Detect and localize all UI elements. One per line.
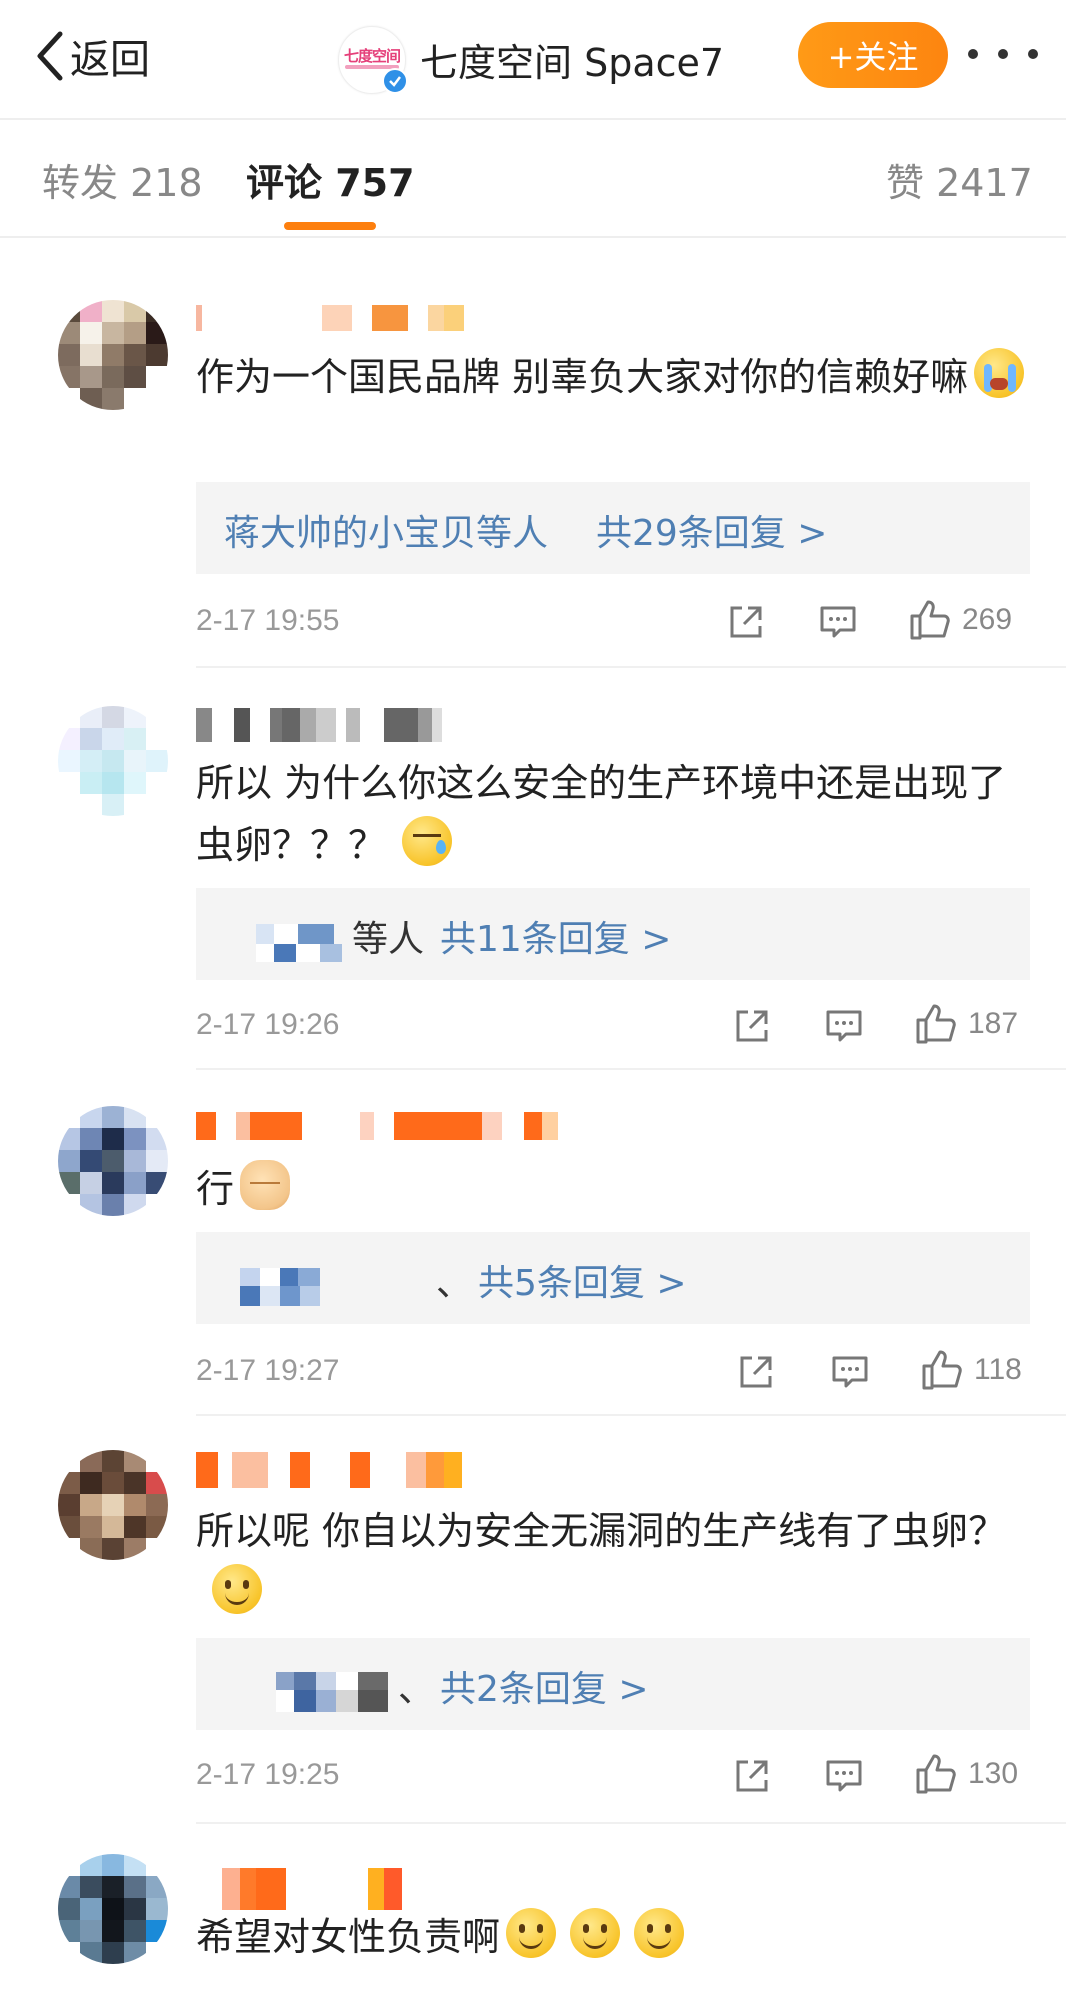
reply-users-redacted	[256, 924, 346, 962]
username-redacted[interactable]	[196, 305, 464, 331]
reply-users-redacted	[276, 1672, 388, 1712]
like-button[interactable]: 118	[920, 1348, 1022, 1392]
comment-divider	[196, 1822, 1066, 1824]
comment-time: 2-17 19:27	[196, 1354, 340, 1387]
username-redacted[interactable]	[196, 708, 442, 742]
top-nav-bar: 返回 七度空间 七度空间 Space7 +关注	[0, 0, 1066, 118]
smile-face-emoji-icon	[570, 1908, 621, 1958]
share-icon[interactable]	[726, 602, 766, 642]
reply-count-link[interactable]: 共29条回复 >	[596, 504, 827, 556]
like-button[interactable]: 187	[914, 1002, 1018, 1046]
header-divider	[0, 118, 1066, 120]
thumbs-up-icon	[922, 1350, 962, 1390]
tab-reposts[interactable]: 转发 218	[42, 152, 203, 207]
verified-badge-icon	[382, 68, 408, 94]
comment-body: 希望对女性负责啊	[196, 1915, 501, 1959]
comment-time: 2-17 19:25	[196, 1758, 340, 1791]
like-count: 130	[968, 1757, 1019, 1790]
reply-users[interactable]: 等人	[352, 910, 424, 962]
comment-body: 作为一个国民品牌 别辜负大家对你的信赖好嘛	[196, 355, 969, 399]
avatar[interactable]	[58, 1450, 168, 1560]
username-redacted[interactable]	[196, 1112, 558, 1140]
comment-text: 希望对女性负责啊	[196, 1906, 1026, 1968]
smile-face-emoji-icon	[506, 1908, 557, 1958]
comment-divider	[196, 1068, 1066, 1070]
reply-users[interactable]: 、	[436, 1254, 472, 1306]
reply-comment-icon[interactable]	[818, 602, 858, 642]
avatar[interactable]	[58, 1854, 168, 1964]
share-icon[interactable]	[732, 1756, 772, 1796]
comment-divider	[196, 666, 1066, 668]
reply-preview[interactable]: 、 共2条回复 >	[196, 1638, 1030, 1730]
chevron-left-icon	[37, 31, 63, 81]
like-count: 187	[968, 1007, 1019, 1040]
thumbs-up-icon	[916, 1754, 956, 1794]
reply-users[interactable]: 蒋大帅的小宝贝等人	[224, 504, 548, 556]
smile-face-emoji-icon	[212, 1564, 262, 1614]
thumbs-up-icon	[916, 1004, 956, 1044]
avatar[interactable]	[58, 300, 168, 410]
smile-face-emoji-icon	[634, 1908, 685, 1958]
active-tab-indicator	[284, 222, 376, 230]
comment-divider	[196, 1414, 1066, 1416]
username-redacted[interactable]	[196, 1452, 462, 1488]
avatar[interactable]	[58, 1106, 168, 1216]
reply-preview[interactable]: 等人 共11条回复 >	[196, 888, 1030, 980]
comment-body: 所以 为什么你这么安全的生产环境中还是出现了虫卵？？？	[196, 761, 1007, 867]
more-options-icon[interactable]	[968, 44, 1038, 64]
reply-preview[interactable]: 、 共5条回复 >	[196, 1232, 1030, 1324]
logo-text: 七度空间	[343, 47, 401, 65]
reply-preview[interactable]: 蒋大帅的小宝贝等人 共29条回复 >	[196, 482, 1030, 574]
tab-comments[interactable]: 评论 757	[246, 152, 415, 207]
like-count: 118	[974, 1353, 1022, 1386]
share-icon[interactable]	[736, 1352, 776, 1392]
reply-users[interactable]: 、	[398, 1660, 434, 1712]
comment-text: 所以 为什么你这么安全的生产环境中还是出现了虫卵？？？	[196, 752, 1026, 876]
like-count: 269	[962, 603, 1013, 636]
reply-comment-icon[interactable]	[824, 1756, 864, 1796]
tabs-divider	[0, 236, 1066, 238]
follow-button[interactable]: +关注	[798, 22, 948, 88]
reply-count-link[interactable]: 共2条回复 >	[440, 1660, 649, 1712]
like-button[interactable]: 269	[908, 598, 1012, 642]
comment-body: 行	[196, 1167, 235, 1211]
back-button[interactable]: 返回	[34, 26, 150, 86]
reply-count-link[interactable]: 共5条回复 >	[478, 1254, 687, 1306]
comment-text: 所以呢 你自以为安全无漏洞的生产线有了虫卵？	[196, 1500, 1026, 1624]
tab-likes[interactable]: 赞 2417	[886, 152, 1033, 207]
reply-count-link[interactable]: 共11条回复 >	[440, 910, 671, 962]
comment-text: 行	[196, 1158, 1026, 1220]
comment-time: 2-17 19:26	[196, 1008, 340, 1041]
comment-body: 所以呢 你自以为安全无漏洞的生产线有了虫卵？	[196, 1509, 1007, 1553]
reply-comment-icon[interactable]	[824, 1006, 864, 1046]
share-icon[interactable]	[732, 1006, 772, 1046]
comment-time: 2-17 19:55	[196, 604, 340, 637]
fist-emoji-icon	[240, 1160, 291, 1210]
sweat-face-emoji-icon	[402, 816, 453, 866]
account-name[interactable]: 七度空间 Space7	[420, 32, 724, 87]
username-redacted[interactable]	[222, 1868, 402, 1910]
like-button[interactable]: 130	[914, 1752, 1018, 1796]
reply-comment-icon[interactable]	[830, 1352, 870, 1392]
thumbs-up-icon	[910, 600, 950, 640]
avatar[interactable]	[58, 706, 168, 816]
crying-face-emoji-icon	[974, 348, 1025, 398]
back-label: 返回	[70, 37, 150, 83]
comment-text: 作为一个国民品牌 别辜负大家对你的信赖好嘛	[196, 346, 1026, 408]
reply-users-redacted	[240, 1268, 320, 1306]
